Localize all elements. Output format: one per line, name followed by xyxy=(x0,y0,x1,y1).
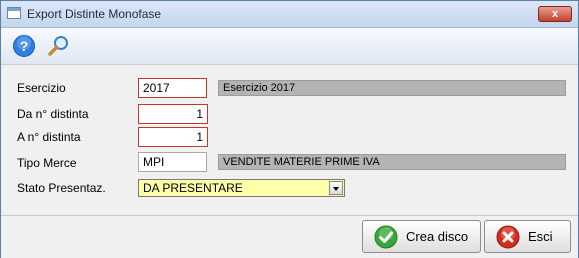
tipo-merce-description: VENDITE MATERIE PRIME IVA xyxy=(218,154,566,170)
svg-text:?: ? xyxy=(20,38,29,54)
esercizio-input[interactable]: 2017 xyxy=(138,78,207,98)
chevron-down-icon[interactable] xyxy=(329,181,343,195)
search-button[interactable] xyxy=(47,34,71,58)
esci-label: Esci xyxy=(528,229,553,244)
export-window: Export Distinte Monofase x ? Esercizio 2… xyxy=(0,0,579,258)
close-button[interactable]: x xyxy=(538,6,572,22)
crea-disco-button[interactable]: Crea disco xyxy=(362,220,481,253)
window-title: Export Distinte Monofase xyxy=(27,7,162,21)
title-bar[interactable]: Export Distinte Monofase x xyxy=(1,1,578,28)
toolbar: ? xyxy=(1,28,578,65)
close-icon xyxy=(496,225,520,249)
help-button[interactable]: ? xyxy=(12,34,36,58)
window-icon xyxy=(7,7,21,19)
stato-presentaz-value: DA PRESENTARE xyxy=(143,181,243,195)
tipo-merce-input[interactable]: MPI xyxy=(138,152,207,172)
esercizio-label: Esercizio xyxy=(17,81,66,95)
stato-presentaz-label: Stato Presentaz. xyxy=(17,181,106,195)
a-distinta-label: A n° distinta xyxy=(17,130,81,144)
da-distinta-label: Da n° distinta xyxy=(17,107,89,121)
help-icon: ? xyxy=(13,35,35,57)
tipo-merce-label: Tipo Merce xyxy=(17,156,77,170)
a-distinta-input[interactable]: 1 xyxy=(138,127,208,147)
crea-disco-label: Crea disco xyxy=(406,229,469,244)
esci-button[interactable]: Esci xyxy=(484,220,571,253)
stato-presentaz-select[interactable]: DA PRESENTARE xyxy=(138,179,345,197)
check-icon xyxy=(374,225,398,249)
search-icon xyxy=(48,36,68,56)
esercizio-description: Esercizio 2017 xyxy=(218,80,566,96)
da-distinta-input[interactable]: 1 xyxy=(138,104,208,124)
